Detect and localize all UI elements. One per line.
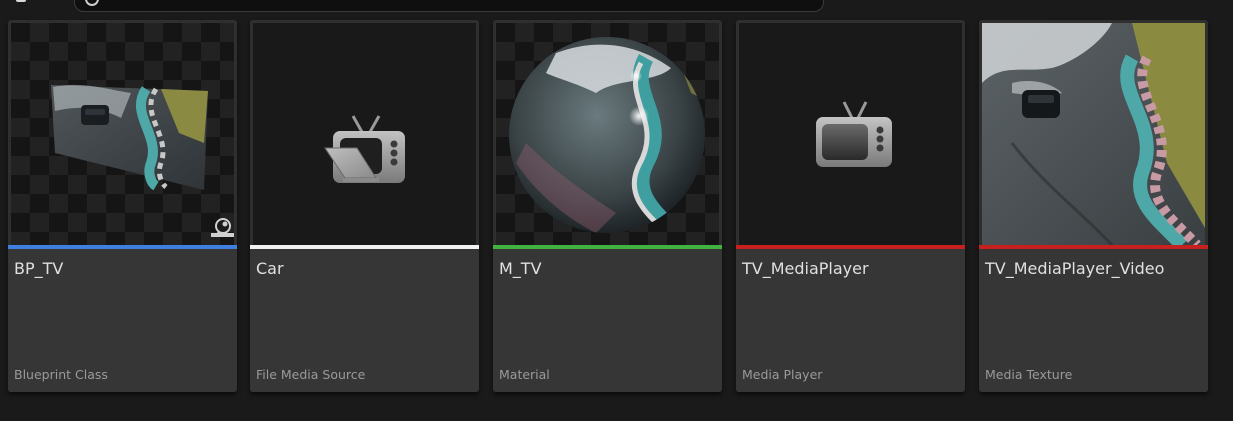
- asset-type: Material: [499, 367, 550, 382]
- blueprint-actor-icon: [211, 218, 234, 237]
- asset-tile-tv-mediaplayer-video[interactable]: TV_MediaPlayer_Video Media Texture: [979, 20, 1208, 392]
- asset-name: TV_MediaPlayer: [742, 259, 869, 278]
- asset-info: TV_MediaPlayer Media Player: [736, 249, 965, 392]
- asset-name: BP_TV: [14, 259, 64, 278]
- asset-info: M_TV Material: [493, 249, 722, 392]
- tv-screen-preview: [51, 84, 234, 237]
- asset-tile-car[interactable]: Car File Media Source: [250, 20, 479, 392]
- file-media-source-icon: [324, 115, 405, 183]
- video-frame-preview: [982, 23, 1205, 245]
- asset-thumbnail: [982, 23, 1205, 245]
- asset-thumbnail: [11, 23, 234, 245]
- asset-name: M_TV: [499, 259, 542, 278]
- asset-grid: BP_TV Blueprint Class Car File Media Sou…: [0, 0, 1233, 421]
- asset-info: Car File Media Source: [250, 249, 479, 392]
- asset-type: Media Player: [742, 367, 823, 382]
- asset-name: TV_MediaPlayer_Video: [985, 259, 1165, 278]
- asset-thumbnail: [253, 23, 476, 245]
- media-player-icon: [816, 101, 892, 167]
- asset-tile-tv-mediaplayer[interactable]: TV_MediaPlayer Media Player: [736, 20, 965, 392]
- asset-tile-bp-tv[interactable]: BP_TV Blueprint Class: [8, 20, 237, 392]
- asset-type: Blueprint Class: [14, 367, 108, 382]
- asset-type: File Media Source: [256, 367, 366, 382]
- material-sphere-preview: [509, 37, 705, 233]
- asset-name: Car: [256, 259, 284, 278]
- asset-info: BP_TV Blueprint Class: [8, 249, 237, 392]
- asset-info: TV_MediaPlayer_Video Media Texture: [979, 249, 1208, 392]
- asset-type: Media Texture: [985, 367, 1073, 382]
- asset-tile-m-tv[interactable]: M_TV Material: [493, 20, 722, 392]
- asset-thumbnail: [496, 23, 719, 245]
- asset-thumbnail: [739, 23, 962, 245]
